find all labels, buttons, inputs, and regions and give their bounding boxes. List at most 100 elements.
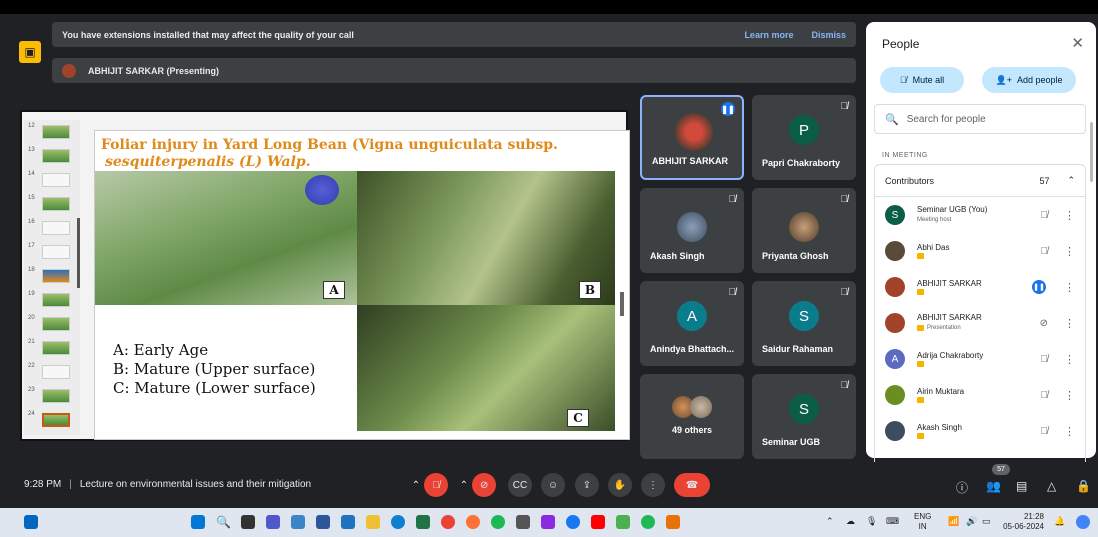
more-options-icon[interactable]: ⋮ — [1064, 317, 1075, 330]
info-icon[interactable]: ⓘ — [956, 479, 968, 496]
mic-off-icon[interactable]: 🎙̸ — [1041, 246, 1049, 257]
close-icon[interactable]: ✕ — [1071, 34, 1084, 52]
more-options-icon[interactable]: ⋮ — [1064, 245, 1075, 258]
add-people-button[interactable]: 👤+ Add people — [982, 67, 1076, 93]
language-indicator[interactable]: ENG IN — [914, 512, 931, 532]
wifi-icon[interactable]: 📶 — [948, 516, 959, 527]
more-options-icon[interactable]: ⋮ — [1064, 209, 1075, 222]
mute-all-button[interactable]: 🎙̸ Mute all — [880, 67, 964, 93]
volume-icon[interactable]: 🔊 — [966, 516, 977, 527]
notepad-icon[interactable] — [616, 515, 630, 529]
slide-thumb[interactable]: 12 — [28, 122, 76, 142]
slide-scrollbar[interactable] — [620, 292, 624, 316]
mic-off-icon[interactable]: 🎙̸ — [1041, 390, 1049, 401]
more-options-icon[interactable]: ⋮ — [1064, 389, 1075, 402]
chevron-up-icon[interactable]: ⌃ — [1067, 175, 1075, 186]
camera-off-button[interactable]: ⊘ — [472, 473, 497, 497]
notification-icon[interactable]: 🔔 — [1054, 516, 1065, 527]
task-view-icon[interactable] — [241, 515, 255, 529]
search-people-input[interactable]: 🔍 Search for people — [874, 104, 1086, 134]
word-icon[interactable] — [316, 515, 330, 529]
tile-saidur-rahaman[interactable]: 🎙̸ S Saidur Rahaman — [752, 281, 856, 366]
leave-call-button[interactable]: ☎ — [674, 473, 710, 497]
mic-off-button[interactable]: 🎙̸ — [424, 473, 449, 497]
chat-icon[interactable]: ▤ — [1016, 479, 1027, 493]
app-icon[interactable] — [541, 515, 555, 529]
tile-anindya-bhattacharya[interactable]: 🎙̸ A Anindya Bhattach... — [640, 281, 744, 366]
list-item[interactable]: Airin Muktara 🎙̸ ⋮ — [875, 377, 1085, 413]
edge-icon[interactable] — [391, 515, 405, 529]
excel-icon[interactable] — [416, 515, 430, 529]
file-explorer-icon[interactable] — [366, 515, 380, 529]
fit-screen-icon[interactable]: ▣ — [19, 41, 41, 63]
activities-icon[interactable]: △ — [1047, 479, 1056, 493]
slide-thumb[interactable]: 14 — [28, 170, 76, 190]
slide-thumb[interactable]: 22 — [28, 362, 76, 382]
teams-icon[interactable] — [266, 515, 280, 529]
facebook-icon[interactable] — [566, 515, 580, 529]
app-icon[interactable] — [291, 515, 305, 529]
start-icon[interactable] — [191, 515, 205, 529]
slide-thumb[interactable]: 20 — [28, 314, 76, 334]
system-clock[interactable]: 21:28 05-06-2024 — [1002, 512, 1044, 532]
chevron-up-icon[interactable]: ⌃ — [412, 480, 420, 491]
present-off-icon[interactable]: ⊘ — [1040, 318, 1048, 329]
slide-thumb[interactable]: 15 — [28, 194, 76, 214]
search-icon[interactable]: 🔍 — [216, 515, 231, 529]
tile-akash-singh[interactable]: 🎙̸ Akash Singh — [640, 188, 744, 273]
mic-off-icon[interactable]: 🎙̸ — [1041, 354, 1049, 365]
tile-papri-chakraborty[interactable]: 🎙̸ P Papri Chakraborty — [752, 95, 856, 180]
firefox-icon[interactable] — [466, 515, 480, 529]
mic-icon[interactable]: 🎙 — [866, 516, 877, 527]
more-options-icon[interactable]: ⋮ — [1064, 425, 1075, 438]
emoji-button[interactable]: ☺ — [541, 473, 565, 497]
tile-others[interactable]: 49 others — [640, 374, 744, 459]
raise-hand-button[interactable]: ✋ — [608, 473, 632, 497]
panel-scrollbar[interactable] — [1090, 122, 1093, 182]
speaking-icon[interactable]: ❚❚ — [1032, 280, 1046, 294]
host-controls-icon[interactable]: 🔒 — [1076, 479, 1091, 493]
slide-thumb[interactable]: 17 — [28, 242, 76, 262]
contributors-header[interactable]: Contributors 57 ⌃ — [875, 165, 1085, 197]
mic-off-icon[interactable]: 🎙̸ — [1041, 210, 1049, 221]
widgets-icon[interactable] — [24, 515, 38, 529]
battery-icon[interactable]: ▭ — [982, 516, 991, 527]
learn-more-link[interactable]: Learn more — [744, 30, 793, 40]
app-icon[interactable] — [666, 515, 680, 529]
mic-off-icon[interactable]: 🎙̸ — [1041, 426, 1049, 437]
app-icon[interactable] — [341, 515, 355, 529]
list-item[interactable]: ABHIJIT SARKAR ❚❚ ⋮ — [875, 269, 1085, 305]
chevron-up-icon[interactable]: ⌃ — [826, 516, 834, 527]
more-options-button[interactable]: ⋮ — [641, 473, 665, 497]
chrome-icon[interactable] — [441, 515, 455, 529]
list-item[interactable]: S Seminar UGB (You) Meeting host 🎙̸ ⋮ — [875, 197, 1085, 233]
copilot-icon[interactable] — [1076, 515, 1090, 529]
thumbnail-scrollbar[interactable] — [77, 218, 80, 288]
tile-abhijit-sarkar[interactable]: ❚❚ ABHIJIT SARKAR — [640, 95, 744, 180]
slide-thumb[interactable]: 19 — [28, 290, 76, 310]
captions-button[interactable]: CC — [508, 473, 532, 497]
slide-thumb[interactable]: 16 — [28, 218, 76, 238]
list-item[interactable]: Akash Singh 🎙̸ ⋮ — [875, 413, 1085, 449]
list-item[interactable]: A Adrija Chakraborty 🎙̸ ⋮ — [875, 341, 1085, 377]
list-item[interactable]: Abhi Das 🎙̸ ⋮ — [875, 233, 1085, 269]
youtube-icon[interactable] — [591, 515, 605, 529]
keyboard-icon[interactable]: ⌨ — [886, 516, 899, 527]
present-button[interactable]: ⇪ — [575, 473, 599, 497]
more-options-icon[interactable]: ⋮ — [1064, 281, 1075, 294]
calculator-icon[interactable] — [516, 515, 530, 529]
people-icon[interactable]: 👥 — [986, 479, 1001, 493]
slide-thumb-selected[interactable]: 24 — [28, 410, 76, 430]
dismiss-button[interactable]: Dismiss — [811, 30, 846, 40]
tile-seminar-ugb[interactable]: 🎙̸ S Seminar UGB — [752, 374, 856, 459]
slide-thumb[interactable]: 18 — [28, 266, 76, 286]
cloud-icon[interactable]: ☁ — [846, 516, 855, 527]
spotify-icon[interactable] — [641, 515, 655, 529]
more-options-icon[interactable]: ⋮ — [1064, 353, 1075, 366]
tile-priyanta-ghosh[interactable]: 🎙̸ Priyanta Ghosh — [752, 188, 856, 273]
slide-thumb[interactable]: 21 — [28, 338, 76, 358]
slide-thumb[interactable]: 23 — [28, 386, 76, 406]
chevron-up-icon[interactable]: ⌃ — [460, 480, 468, 491]
spotify-icon[interactable] — [491, 515, 505, 529]
list-item[interactable]: ABHIJIT SARKAR Presentation ⊘ ⋮ — [875, 305, 1085, 341]
